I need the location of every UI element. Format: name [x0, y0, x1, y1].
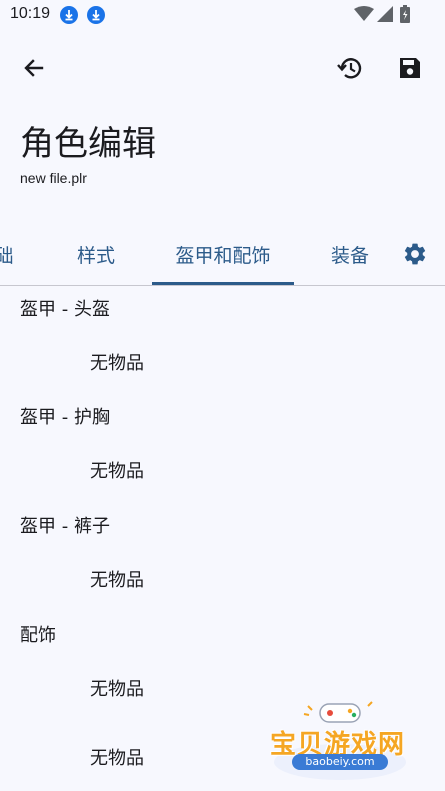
tab-style[interactable]: 样式: [62, 224, 130, 284]
chest-slot[interactable]: 无物品: [90, 457, 144, 483]
tab-label: 样式: [76, 244, 115, 267]
signal-icon: [377, 6, 393, 22]
tab-settings-button[interactable]: [395, 234, 435, 274]
status-bar: 10:19: [0, 0, 445, 30]
save-button[interactable]: [390, 48, 430, 88]
battery-icon: [400, 5, 410, 23]
section-heading-chest: 盔甲 - 护胸: [20, 407, 110, 428]
watermark-url: baobeiy.com: [292, 754, 388, 770]
accessory-slot[interactable]: 无物品: [90, 675, 144, 701]
tab-label: 盔甲和配饰: [175, 244, 271, 267]
pants-slot[interactable]: 无物品: [90, 566, 144, 592]
tab-label: 装备: [330, 244, 369, 267]
file-name: new file.plr: [20, 170, 87, 186]
tabs-divider: [0, 285, 445, 286]
back-button[interactable]: [14, 48, 54, 88]
tab-armor-accessories[interactable]: 盔甲和配饰: [152, 224, 294, 284]
helmet-slot[interactable]: 无物品: [90, 349, 144, 375]
wifi-icon: [354, 6, 374, 21]
header: 角色编辑 new file.plr: [20, 120, 156, 186]
section-heading-accessories: 配饰: [20, 625, 56, 646]
arrow-back-icon: [24, 59, 44, 77]
app-bar: [0, 44, 445, 94]
tab-bar: 础 样式 盔甲和配饰 装备: [0, 224, 445, 286]
download-icon: [60, 6, 78, 24]
section-heading-helmet: 盔甲 - 头盔: [20, 299, 110, 320]
watermark-logo: 宝贝游戏网 baobeiy.com: [268, 698, 413, 783]
gear-icon: [404, 243, 426, 265]
history-icon: [337, 58, 362, 79]
section-heading-pants: 盔甲 - 裤子: [20, 516, 110, 537]
tab-basic[interactable]: 础: [0, 224, 14, 284]
tab-equipment[interactable]: 装备: [316, 224, 384, 284]
accessory-slot[interactable]: 无物品: [90, 744, 144, 770]
status-time: 10:19: [10, 5, 51, 22]
page-title: 角色编辑: [20, 124, 156, 164]
tab-label: 础: [0, 244, 14, 267]
save-icon: [400, 58, 420, 78]
download-icon: [87, 6, 105, 24]
history-button[interactable]: [330, 48, 370, 88]
